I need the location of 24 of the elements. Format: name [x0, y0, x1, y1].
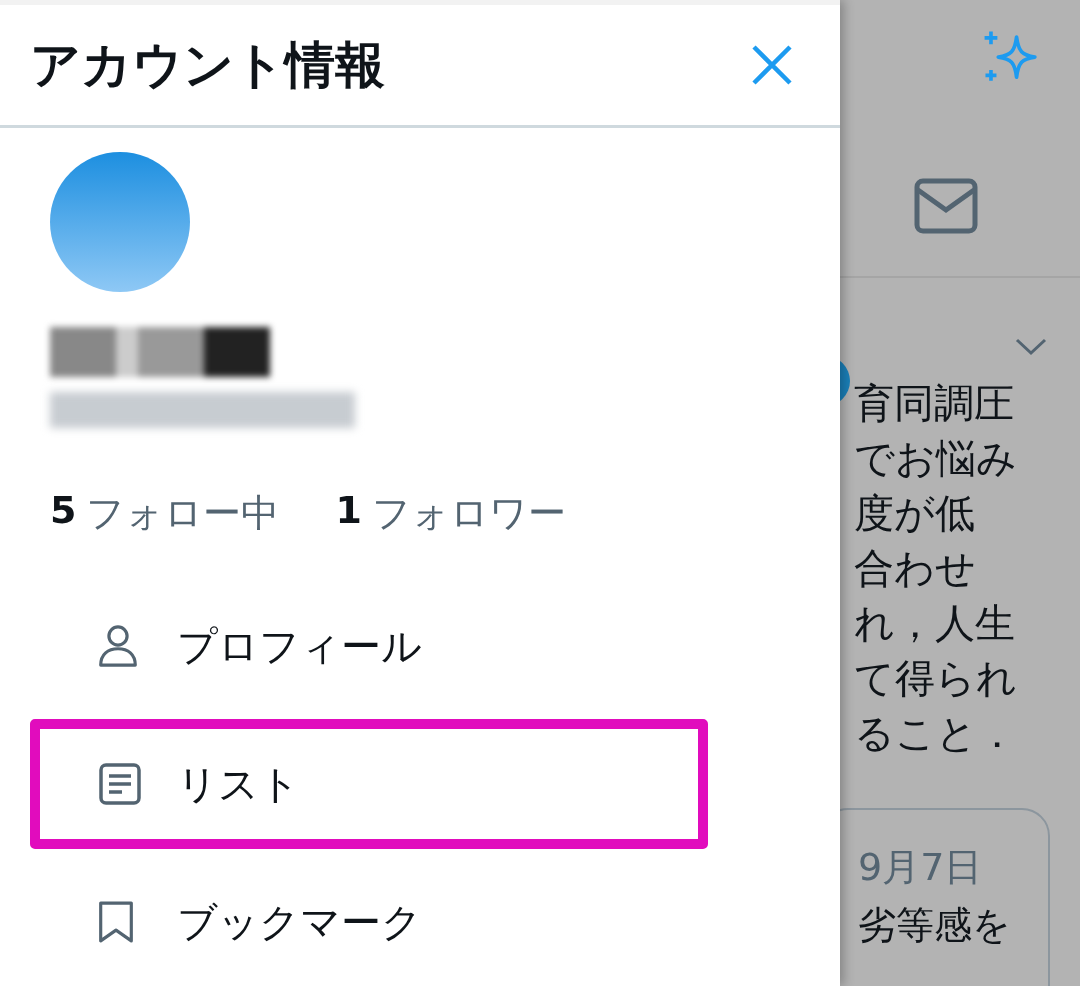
tweet-text-line: ること．	[854, 709, 1017, 758]
card-date: 9月7日	[858, 844, 984, 891]
stat-count: 5	[50, 488, 77, 534]
bookmark-icon	[98, 900, 134, 944]
quoted-tweet-card[interactable]: 9月7日 劣等感を	[840, 808, 1050, 986]
close-icon[interactable]	[752, 45, 792, 85]
stat-label[interactable]: フォロワー	[371, 488, 566, 539]
tweet-text-line: 度が低	[854, 489, 976, 538]
person-icon	[98, 624, 138, 668]
tweet-text-line: でお悩み	[854, 434, 1017, 483]
tweet-text-line: 合わせ	[854, 544, 977, 593]
menu-item[interactable]: リスト	[30, 719, 708, 849]
menu-item[interactable]: ブックマーク	[30, 857, 708, 986]
tweet-text-line: て得られ	[854, 654, 1017, 703]
tweet-text-line: れ，人生	[854, 599, 1016, 648]
drawer-title: アカウント情報	[30, 34, 385, 96]
list-icon	[98, 762, 142, 806]
chevron-down-icon[interactable]	[1015, 338, 1047, 356]
card-text-line: 劣等感を	[858, 902, 1012, 949]
mail-icon[interactable]	[914, 178, 978, 234]
menu-item[interactable]: プロフィール	[30, 581, 708, 711]
tweet-text-line: 育同調圧	[854, 379, 1015, 428]
stat-label[interactable]: フォロー中	[86, 488, 280, 539]
stat-count: 1	[335, 488, 362, 534]
